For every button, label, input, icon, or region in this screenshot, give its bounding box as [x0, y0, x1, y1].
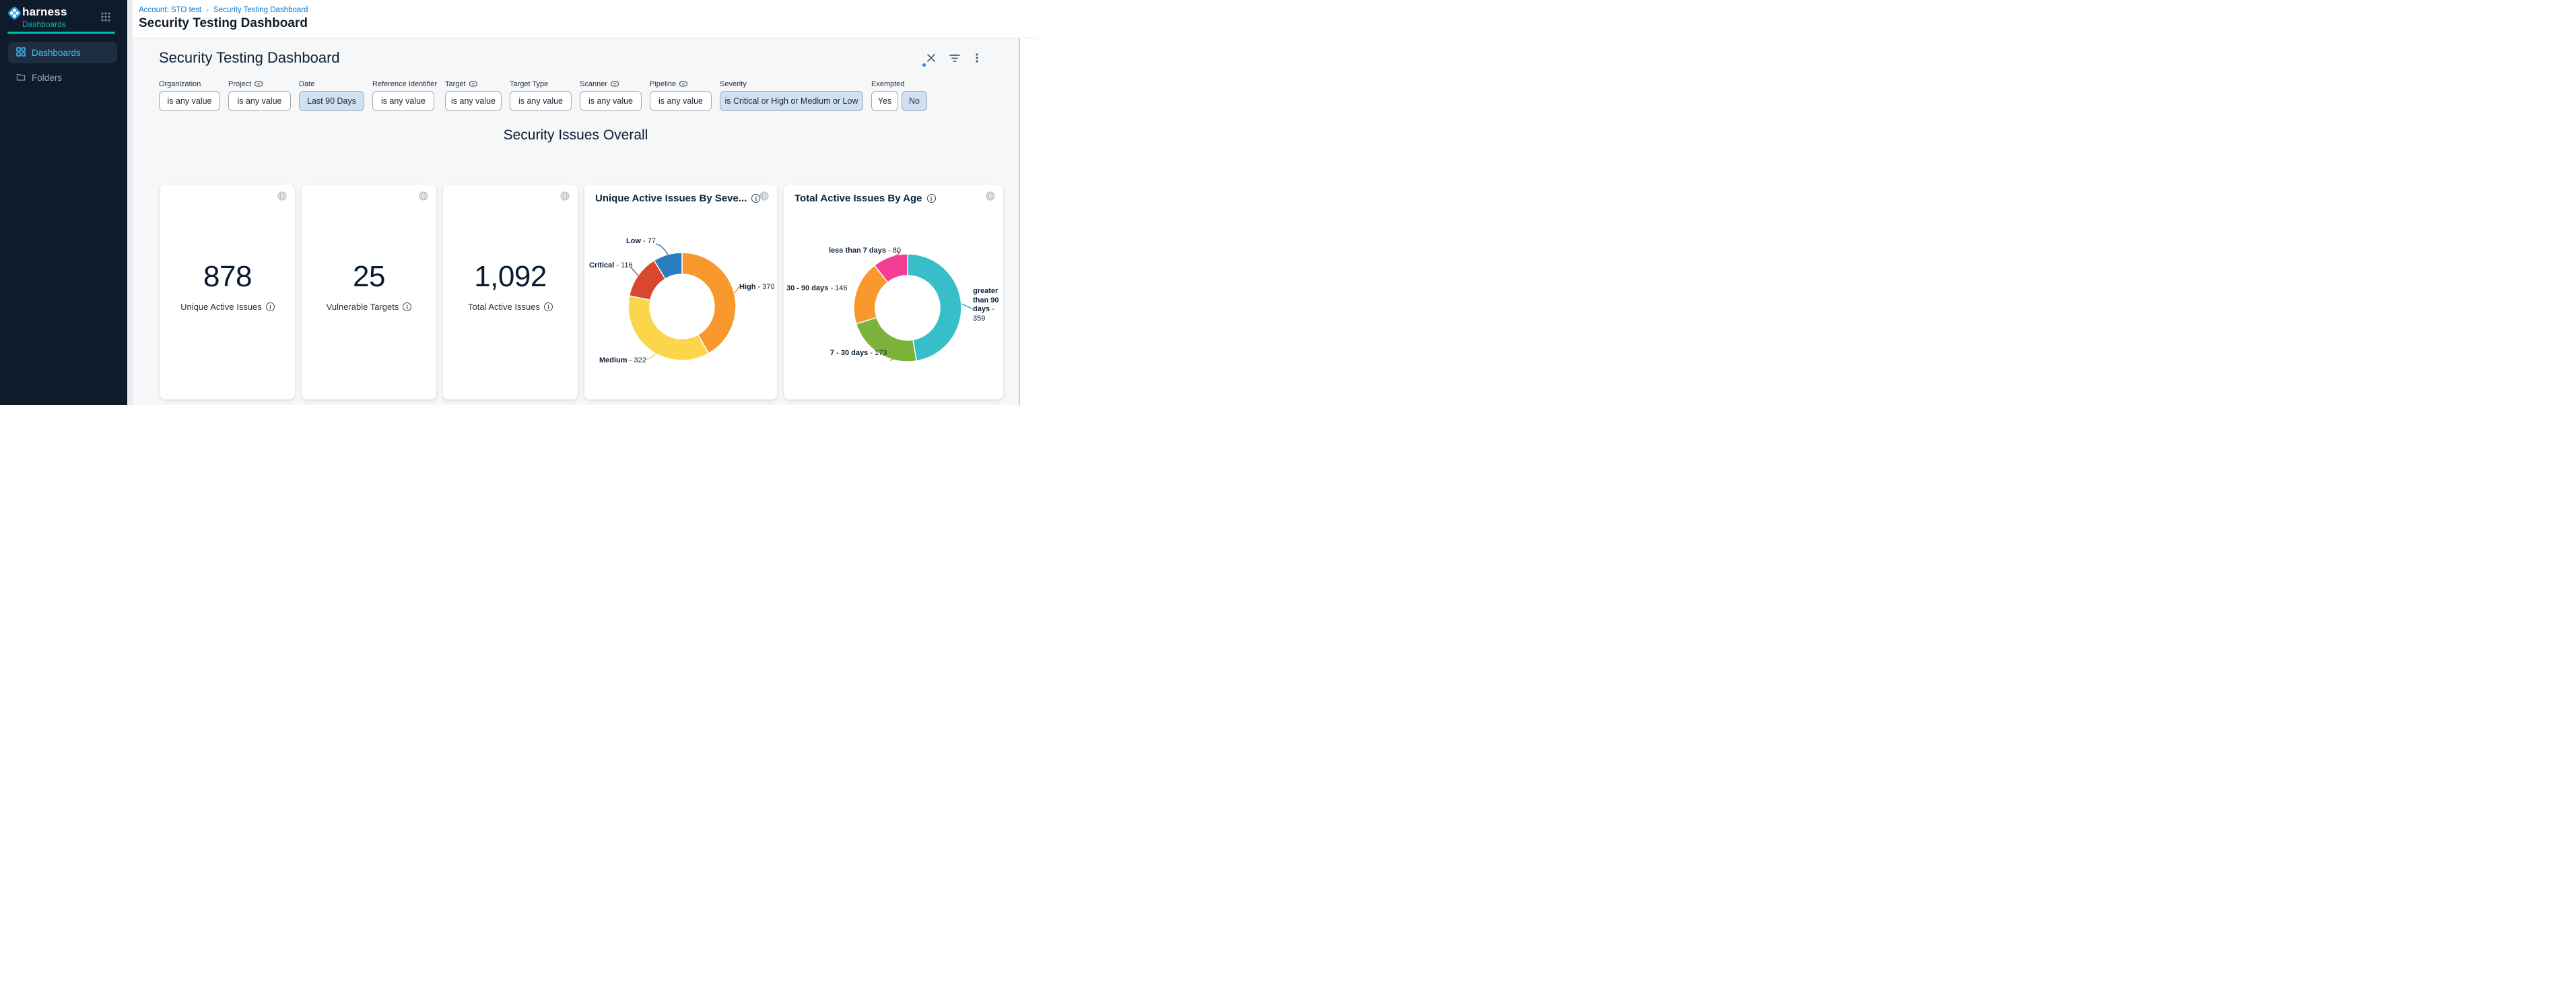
globe-icon[interactable]: [419, 191, 428, 204]
filter-label: Target: [445, 80, 466, 88]
logo-module-subtitle: Dashboards: [22, 20, 66, 29]
logo-wordmark: harness: [22, 5, 67, 19]
filter-organization: Organization is any value: [159, 79, 220, 111]
globe-icon[interactable]: [759, 191, 769, 204]
donut-label-high: High - 370: [739, 283, 775, 291]
filter-label: Date: [299, 80, 314, 88]
filter-icon[interactable]: [949, 53, 960, 63]
filter-label: Target Type: [510, 80, 548, 88]
cards-row: 878 Unique Active Issues i 25 Vulnerable…: [160, 185, 1003, 399]
donut-label-7-30-days: 7 - 30 days - 173: [830, 349, 887, 357]
top-header: Account: STO test › Security Testing Das…: [133, 0, 1038, 38]
sidebar-accent-divider: [7, 32, 115, 34]
filter-value-target[interactable]: is any value: [445, 91, 502, 111]
filter-value-organization[interactable]: is any value: [159, 91, 220, 111]
chart-title: Total Active Issues By Age: [794, 193, 922, 204]
filter-value-pipeline[interactable]: is any value: [650, 91, 712, 111]
severity-donut-chart[interactable]: [615, 239, 749, 374]
filter-value-reference-identifier[interactable]: is any value: [372, 91, 434, 111]
sidebar-item-label: Folders: [32, 73, 62, 83]
info-icon[interactable]: i: [544, 302, 553, 311]
breadcrumb-account-link[interactable]: Account: STO test: [139, 6, 201, 14]
exempted-yes-button[interactable]: Yes: [871, 91, 898, 111]
chart-title: Unique Active Issues By Seve...: [595, 193, 747, 204]
stat-label: Vulnerable Targets: [327, 302, 399, 312]
donut-label-low: Low - 77: [605, 237, 656, 245]
card-unique-issues-by-severity: Unique Active Issues By Seve... i Lo: [584, 185, 777, 399]
donut-label-greater-than-90-days: greater than 90 days - 359: [973, 287, 1005, 323]
filter-label: Project: [228, 80, 251, 88]
filter-label: Pipeline: [650, 80, 676, 88]
folder-icon: [16, 72, 26, 84]
page-title: Security Testing Dashboard: [139, 16, 308, 31]
page-background-strip: [127, 0, 133, 405]
donut-label-critical: Critical - 116: [589, 261, 633, 269]
filter-label: Severity: [720, 80, 747, 88]
filter-project: Project is any value: [228, 79, 291, 111]
filter-date: Date Last 90 Days: [299, 79, 364, 111]
link-icon: [469, 81, 477, 87]
filter-label: Scanner: [580, 80, 607, 88]
close-icon[interactable]: [926, 53, 937, 63]
filter-scanner: Scanner is any value: [580, 79, 642, 111]
dashboard-title: Security Testing Dashboard: [159, 49, 340, 67]
globe-icon[interactable]: [277, 191, 287, 204]
globe-icon[interactable]: [986, 191, 995, 204]
card-vulnerable-targets: 25 Vulnerable Targets i: [302, 185, 436, 399]
section-title: Security Issues Overall: [133, 127, 1019, 143]
card-total-active-issues: 1,092 Total Active Issues i: [443, 185, 578, 399]
dashboards-grid-icon: [16, 47, 26, 59]
filter-label: Exempted: [871, 80, 905, 88]
breadcrumb-current-link[interactable]: Security Testing Dashboard: [213, 6, 308, 14]
filter-target: Target is any value: [445, 79, 502, 111]
donut-slice[interactable]: [908, 254, 961, 361]
filter-label: Organization: [159, 80, 201, 88]
filter-exempted: Exempted Yes No: [871, 79, 927, 111]
card-unique-active-issues: 878 Unique Active Issues i: [160, 185, 295, 399]
donut-slice[interactable]: [628, 296, 708, 360]
filter-bar: Organization is any value Project is any…: [159, 79, 927, 111]
filter-value-target-type[interactable]: is any value: [510, 91, 572, 111]
donut-label-less-than-7-days: less than 7 days - 80: [829, 247, 901, 255]
breadcrumb-chevron-icon: ›: [206, 5, 209, 15]
link-icon: [611, 81, 619, 87]
cursor-dot: [922, 63, 926, 67]
sidebar-item-label: Dashboards: [32, 48, 81, 58]
link-icon: [255, 81, 263, 87]
harness-logo-icon[interactable]: [7, 6, 22, 20]
filter-reference-identifier: Reference Identifier is any value: [372, 79, 437, 111]
globe-icon[interactable]: [560, 191, 570, 204]
dashboard-panel: Security Testing Dashboard Organization …: [133, 38, 1019, 405]
stat-value: 878: [160, 260, 295, 294]
stat-value: 1,092: [443, 260, 578, 294]
info-icon[interactable]: i: [266, 302, 275, 311]
filter-label: Reference Identifier: [372, 80, 437, 88]
filter-value-date[interactable]: Last 90 Days: [299, 91, 364, 111]
module-grid-icon[interactable]: [100, 11, 111, 22]
link-icon: [679, 81, 687, 87]
stat-label: Total Active Issues: [468, 302, 540, 312]
filter-value-scanner[interactable]: is any value: [580, 91, 642, 111]
card-total-issues-by-age: Total Active Issues By Age i less th: [784, 185, 1003, 399]
filter-pipeline: Pipeline is any value: [650, 79, 712, 111]
sidebar-item-dashboards[interactable]: Dashboards: [8, 42, 117, 63]
info-icon[interactable]: i: [927, 194, 936, 203]
sidebar-item-folders[interactable]: Folders: [8, 67, 117, 88]
filter-severity: Severity is Critical or High or Medium o…: [720, 79, 863, 111]
stat-label: Unique Active Issues: [180, 302, 262, 312]
filter-value-severity[interactable]: is Critical or High or Medium or Low: [720, 91, 863, 111]
stat-value: 25: [302, 260, 436, 294]
kebab-menu-icon[interactable]: [972, 53, 982, 63]
scrollbar-track[interactable]: [1019, 38, 1038, 405]
exempted-no-button[interactable]: No: [902, 91, 927, 111]
info-icon[interactable]: i: [403, 302, 411, 311]
main-area: Account: STO test › Security Testing Das…: [133, 0, 1038, 405]
donut-label-30-90-days: 30 - 90 days - 146: [786, 284, 848, 292]
filter-target-type: Target Type is any value: [510, 79, 572, 111]
filter-value-project[interactable]: is any value: [228, 91, 291, 111]
breadcrumb: Account: STO test › Security Testing Das…: [139, 5, 308, 15]
donut-label-medium: Medium - 322: [599, 356, 646, 364]
sidebar: harness Dashboards Dashboards: [0, 0, 127, 405]
